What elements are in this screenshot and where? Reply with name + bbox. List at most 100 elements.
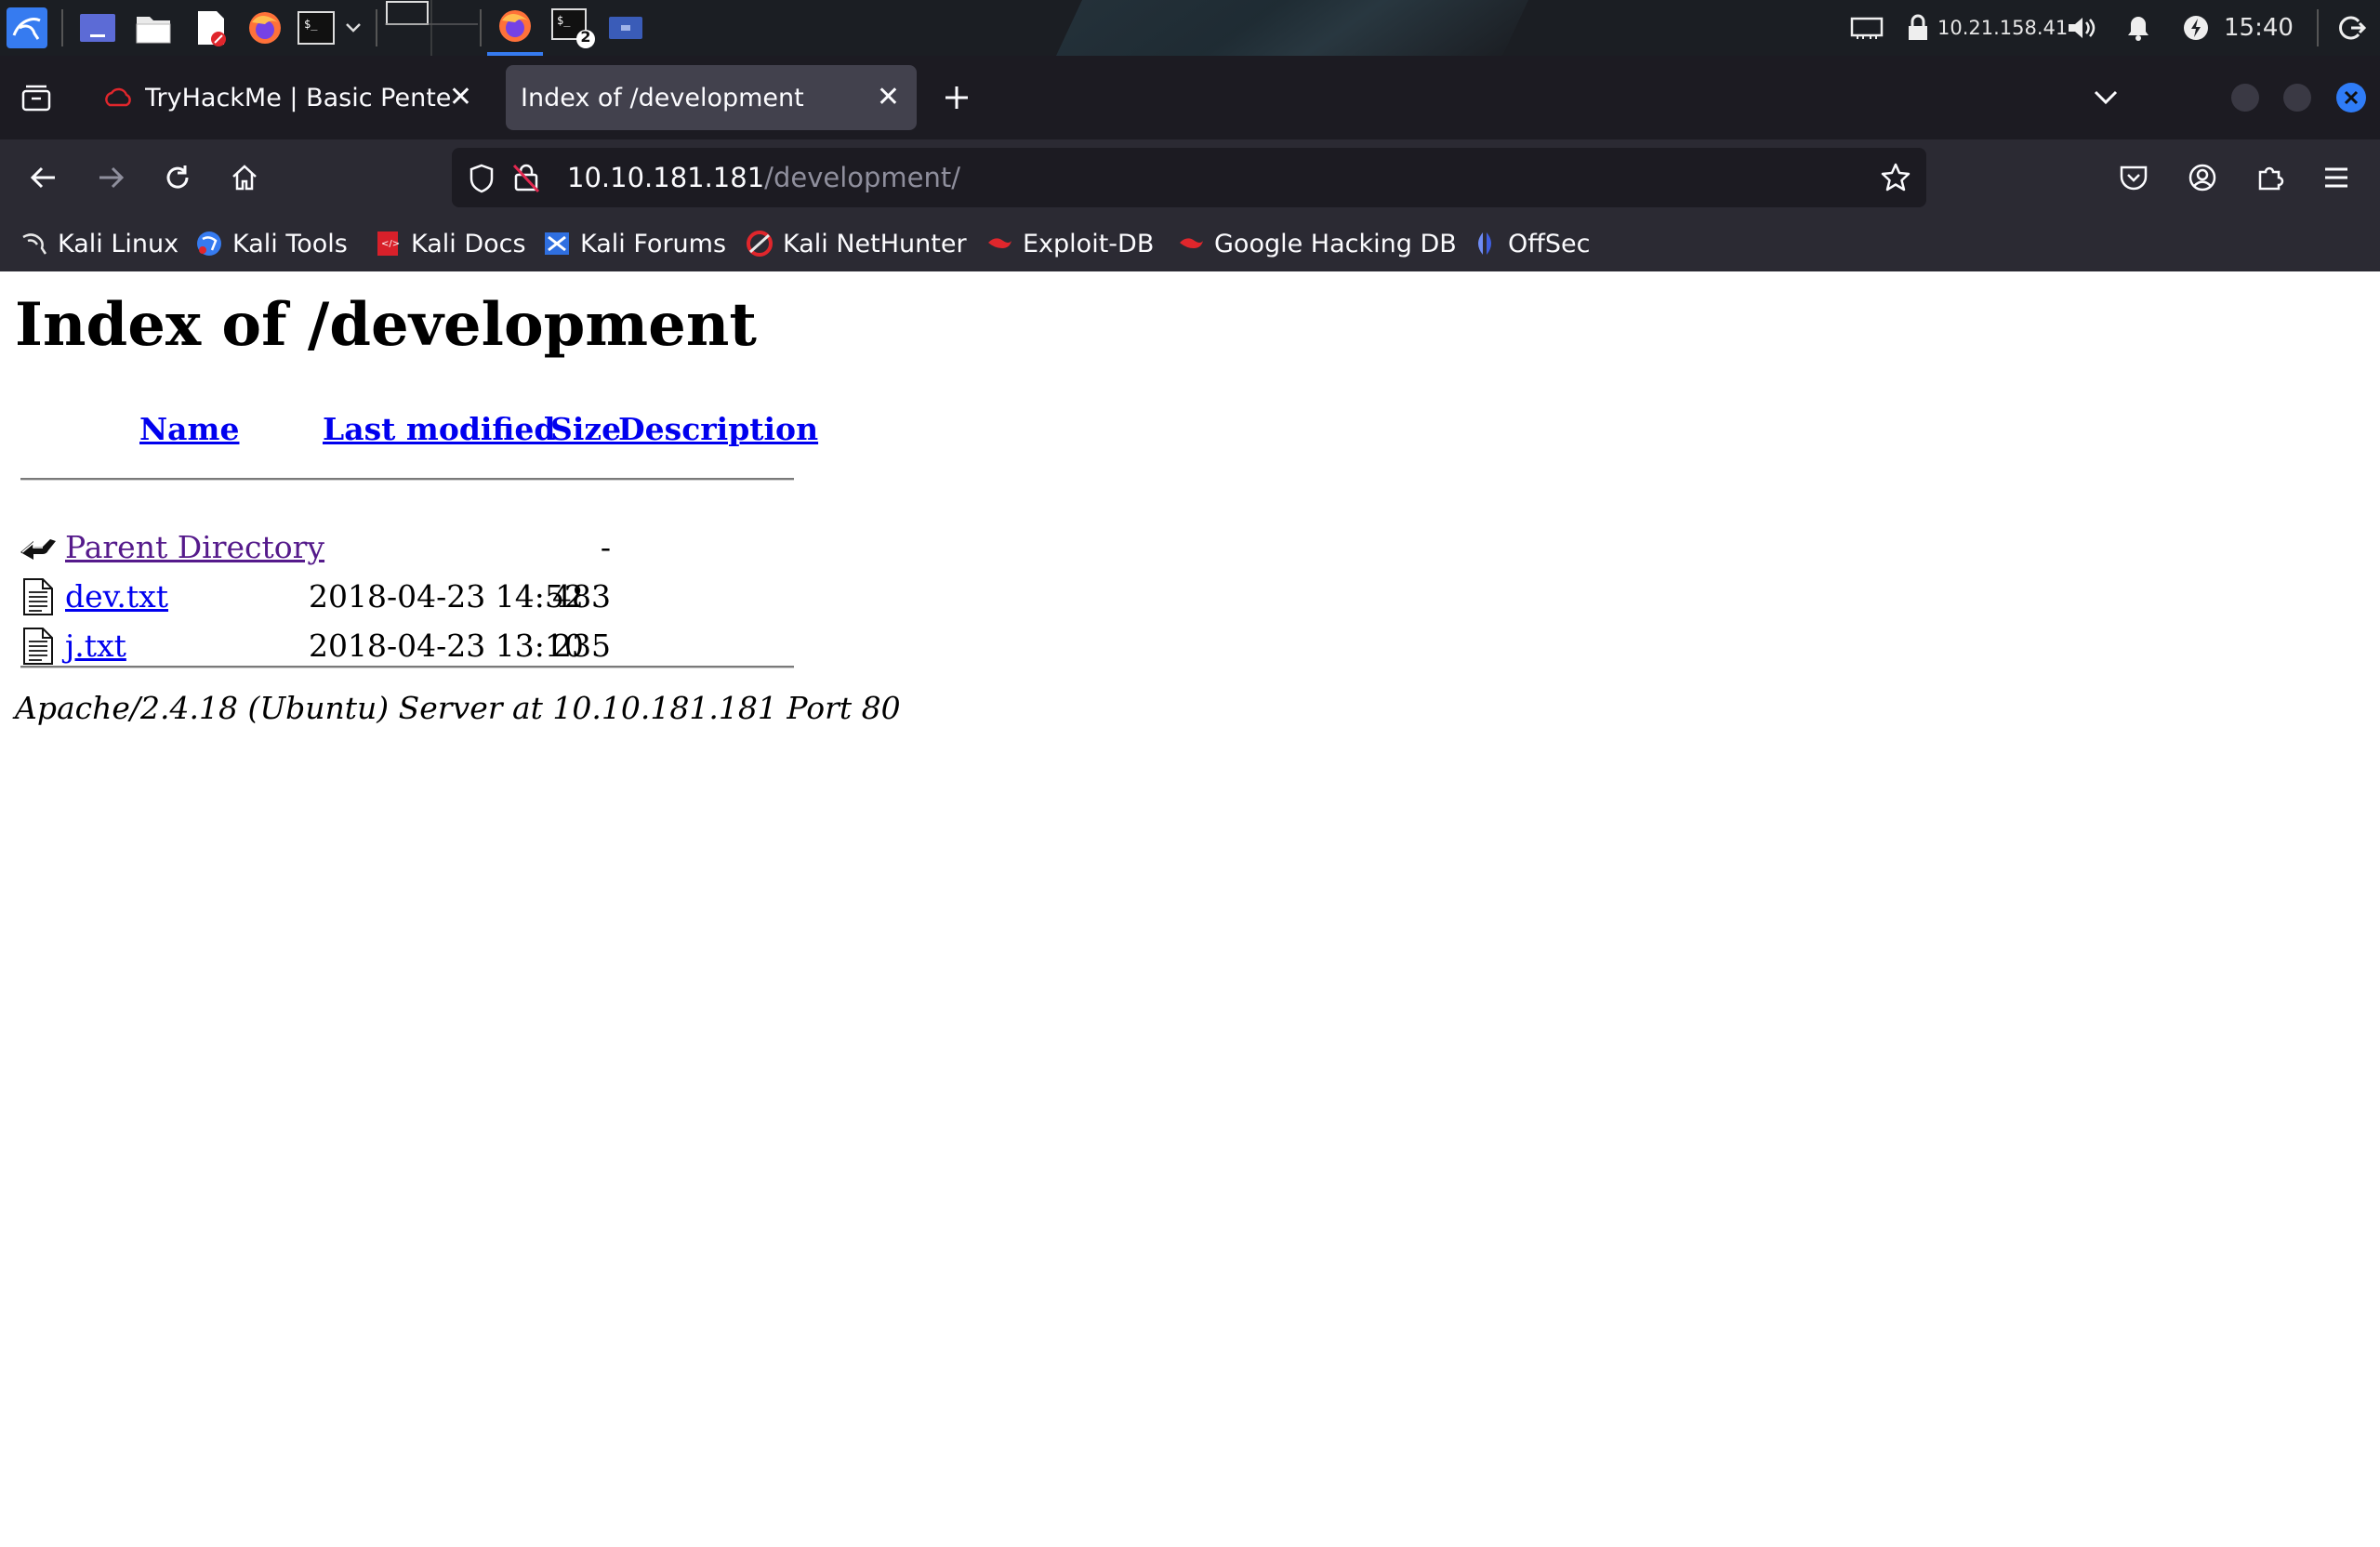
svg-text:</>: </> [381, 239, 400, 249]
bookmark-kali-linux[interactable]: Kali Linux [20, 216, 178, 271]
panel-separator [2317, 9, 2319, 46]
terminal-window-button[interactable]: $_ 2 [549, 7, 597, 48]
firefox-window-button[interactable] [487, 0, 543, 56]
vpn-lock-icon[interactable] [1902, 7, 1934, 48]
reload-icon[interactable] [156, 156, 199, 199]
table-row: Parent Directory - [0, 524, 837, 571]
browser-tab-bar: TryHackMe | Basic Pentes ✕ Index of /dev… [0, 56, 2380, 139]
chevron-down-icon[interactable] [340, 7, 366, 48]
workspace-preview[interactable] [385, 0, 478, 56]
bookmark-kali-tools[interactable]: Kali Tools [195, 216, 348, 271]
bookmark-label: OffSec [1508, 229, 1591, 258]
svg-text:$_: $_ [304, 18, 318, 31]
text-editor-icon[interactable] [190, 7, 232, 48]
bookmark-exploit-db[interactable]: Exploit-DB [985, 216, 1154, 271]
server-signature: Apache/2.4.18 (Ubuntu) Server at 10.10.1… [15, 690, 901, 726]
file-size: - [600, 529, 611, 565]
url-bar[interactable]: 10.10.181.181/development/ [452, 148, 1926, 207]
svg-text:$_: $_ [557, 14, 571, 27]
panel-separator [61, 9, 63, 46]
bookmark-label: Exploit-DB [1023, 229, 1155, 258]
new-tab-icon[interactable] [935, 76, 978, 119]
back-arrow-icon [20, 539, 56, 560]
bookmark-star-icon[interactable] [1880, 162, 1911, 197]
ghdb-icon [1180, 238, 1203, 248]
close-window-icon[interactable] [2330, 76, 2373, 119]
kali-menu-icon[interactable] [4, 7, 50, 48]
minimized-window-icon[interactable] [604, 7, 647, 48]
kali-forums-icon [545, 232, 569, 255]
workspace-switcher-icon[interactable] [76, 7, 119, 48]
insecure-connection-lock-icon[interactable] [511, 162, 541, 197]
notifications-bell-icon[interactable] [2122, 7, 2155, 48]
terminal-launcher-icon[interactable]: $_ [296, 7, 337, 48]
list-all-tabs-chevron-icon[interactable] [2084, 76, 2127, 119]
column-header-last-modified[interactable]: Last modified [323, 411, 556, 447]
kali-tools-icon [197, 231, 221, 256]
file-last-modified: 2018-04-23 14:52 [309, 578, 584, 615]
url-text[interactable]: 10.10.181.181/development/ [567, 148, 960, 207]
offsec-icon [1478, 232, 1491, 255]
pocket-icon[interactable] [2112, 156, 2155, 199]
tab-title: Index of /development [521, 83, 804, 112]
panel-separator [376, 9, 377, 46]
bookmark-kali-forums[interactable]: Kali Forums [543, 216, 726, 271]
clock[interactable]: 15:40 [2224, 0, 2294, 56]
forward-arrow-icon[interactable] [89, 156, 132, 199]
home-icon[interactable] [223, 156, 266, 199]
table-divider [20, 666, 794, 668]
bookmark-label: Google Hacking DB [1214, 229, 1457, 258]
page-content: Index of /development Name Last modified… [0, 271, 2380, 1547]
tab-index-of-development[interactable]: Index of /development ✕ [506, 65, 917, 130]
exploit-db-icon [988, 238, 1012, 248]
tab-tryhackme[interactable]: TryHackMe | Basic Pentes ✕ [89, 65, 489, 130]
back-arrow-icon[interactable] [22, 156, 65, 199]
file-link-dev-txt[interactable]: dev.txt [65, 574, 168, 620]
bookmark-label: Kali Tools [232, 229, 348, 258]
minimize-window-icon[interactable] [2224, 76, 2267, 119]
wallpaper-strip [1051, 0, 1533, 56]
navigation-toolbar: 10.10.181.181/development/ [0, 139, 2380, 216]
file-manager-icon[interactable] [132, 7, 175, 48]
bookmark-label: Kali NetHunter [783, 229, 967, 258]
column-header-description[interactable]: Description [618, 411, 818, 447]
account-icon[interactable] [2181, 156, 2224, 199]
file-size: 235 [552, 628, 611, 664]
close-tab-icon[interactable]: ✕ [449, 81, 472, 114]
table-divider [20, 478, 794, 481]
vpn-ip-address: 10.21.158.41 [1937, 17, 2069, 39]
column-header-size[interactable]: Size [550, 411, 621, 447]
network-icon[interactable] [1846, 7, 1887, 48]
firefox-view-icon[interactable] [15, 76, 58, 119]
tracking-protection-shield-icon[interactable] [467, 163, 496, 198]
bookmark-label: Kali Forums [580, 229, 727, 258]
logout-icon[interactable] [2334, 7, 2371, 48]
parent-directory-link[interactable]: Parent Directory [65, 524, 324, 571]
tryhackme-cloud-icon [105, 87, 131, 107]
column-header-name[interactable]: Name [139, 411, 239, 447]
taskbar: $_ $_ 2 10.21.158.41 15:40 [0, 0, 2380, 56]
kali-docs-icon: </> [377, 231, 400, 256]
panel-separator [480, 9, 482, 46]
kali-dragon-icon [22, 233, 47, 255]
bookmarks-toolbar: Kali Linux Kali Tools </> Kali Docs Kali… [0, 216, 2380, 271]
close-tab-icon[interactable]: ✕ [877, 81, 900, 114]
terminal-count-badge: 2 [580, 28, 591, 46]
bookmark-google-hacking-db[interactable]: Google Hacking DB [1177, 216, 1457, 271]
hamburger-menu-icon[interactable] [2315, 156, 2358, 199]
power-manager-icon[interactable] [2179, 7, 2213, 48]
bookmark-kali-nethunter[interactable]: Kali NetHunter [746, 216, 967, 271]
extensions-puzzle-icon[interactable] [2248, 156, 2291, 199]
file-link-j-txt[interactable]: j.txt [65, 623, 126, 669]
text-file-icon [23, 578, 53, 615]
file-size: 483 [552, 578, 611, 615]
text-file-icon [23, 628, 53, 665]
firefox-launcher-icon[interactable] [244, 7, 286, 48]
volume-icon[interactable] [2062, 7, 2099, 48]
page-title: Index of /development [15, 290, 757, 360]
nethunter-icon [747, 231, 773, 257]
bookmark-kali-docs[interactable]: </> Kali Docs [374, 216, 526, 271]
bookmark-offsec[interactable]: OffSec [1471, 216, 1590, 271]
tab-title: TryHackMe | Basic Pentes [145, 83, 452, 112]
maximize-window-icon[interactable] [2276, 76, 2319, 119]
